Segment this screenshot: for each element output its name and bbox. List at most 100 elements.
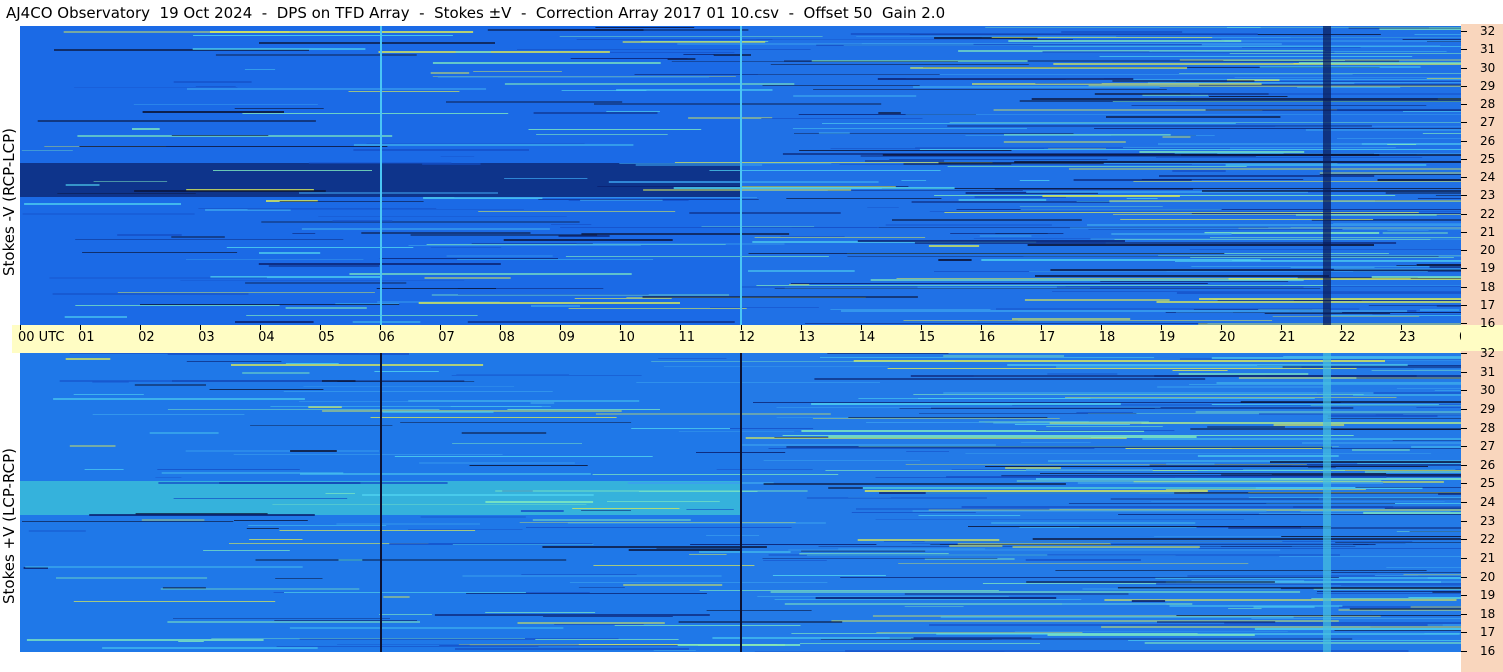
time-tick-label: 04 [258, 330, 275, 345]
freq-tick-label: 20 [1480, 569, 1496, 584]
freq-tick-mark [1461, 85, 1467, 87]
rfi-streak [301, 228, 550, 230]
freq-tick-label: 31 [1480, 364, 1496, 379]
rfi-streak [790, 283, 1208, 284]
rfi-streak [408, 529, 523, 530]
rfi-streak [1032, 538, 1461, 540]
rfi-streak [1426, 78, 1461, 79]
rfi-streak [1101, 626, 1461, 628]
rfi-streak [1272, 316, 1420, 317]
rfi-streak [815, 597, 1057, 599]
rfi-streak [1270, 461, 1461, 463]
rfi-streak [1438, 493, 1461, 495]
rfi-streak [840, 577, 1339, 578]
freq-tick-label: 24 [1480, 495, 1496, 509]
rfi-streak [1174, 152, 1284, 154]
rfi-streak [1207, 426, 1285, 428]
rfi-streak [919, 413, 1137, 414]
rfi-streak [22, 521, 234, 522]
rfi-streak [904, 593, 1129, 595]
rfi-streak [768, 448, 1095, 449]
rfi-streak [446, 255, 553, 257]
rfi-streak [786, 198, 942, 199]
rfi-streak [699, 551, 791, 553]
freq-axis-bottom: 32 31 30 29 28 27 26 25 24 23 22 21 20 19 18 17 16 [1461, 347, 1503, 672]
rfi-streak [89, 514, 315, 516]
rfi-streak [1229, 53, 1461, 54]
rfi-streak [268, 265, 380, 267]
rfi-streak [949, 545, 1003, 547]
rfi-streak [1413, 369, 1461, 370]
rfi-streak [1221, 546, 1292, 547]
rfi-streak [1005, 467, 1061, 469]
rfi-streak [857, 240, 1125, 242]
rfi-streak [285, 307, 367, 309]
rfi-streak [1056, 366, 1302, 368]
rfi-streak [928, 245, 980, 247]
freq-tick-mark [1461, 67, 1467, 69]
rfi-streak [906, 451, 949, 452]
rfi-streak [1156, 583, 1461, 585]
rfi-streak [53, 398, 305, 400]
rfi-streak [73, 601, 276, 602]
rfi-streak [1410, 606, 1461, 608]
rfi-streak [991, 522, 1196, 524]
rfi-streak [903, 320, 1273, 321]
rfi-streak [811, 403, 1121, 405]
rfi-streak [608, 181, 879, 183]
rfi-streak [799, 643, 1040, 644]
rfi-streak [1353, 544, 1376, 545]
rfi-streak [606, 111, 660, 112]
time-tick-label: 03 [198, 330, 215, 345]
rfi-streak [299, 192, 498, 194]
rfi-streak [378, 51, 610, 53]
rfi-streak [965, 135, 1215, 136]
rfi-streak [706, 535, 760, 536]
rfi-streak [1205, 109, 1461, 111]
rfi-streak [173, 81, 252, 83]
rfi-streak [1175, 261, 1461, 262]
rfi-streak [805, 323, 1208, 324]
rfi-streak [772, 575, 886, 576]
rfi-streak [1157, 621, 1276, 623]
rfi-streak [1128, 640, 1461, 641]
rfi-streak [542, 546, 767, 548]
interference-column [1323, 353, 1331, 652]
rfi-streak [244, 69, 276, 70]
rfi-streak [503, 239, 673, 241]
rfi-streak [1021, 442, 1091, 443]
rfi-streak [167, 621, 420, 623]
rfi-streak [521, 574, 637, 575]
rfi-streak [186, 361, 282, 362]
rfi-streak [353, 149, 529, 151]
rfi-streak [1387, 144, 1417, 145]
rfi-streak [284, 592, 526, 593]
rfi-streak [1295, 214, 1437, 216]
rfi-streak [466, 593, 707, 594]
rfi-streak [160, 588, 360, 590]
rfi-streak [337, 381, 475, 382]
rfi-streak [761, 118, 923, 119]
rfi-streak [535, 639, 679, 640]
rfi-streak [1327, 418, 1461, 419]
freq-tick-mark [1461, 651, 1467, 652]
rfi-streak [1019, 206, 1163, 207]
rfi-streak [353, 144, 634, 146]
rfi-streak [1099, 56, 1413, 57]
rfi-streak [132, 128, 160, 130]
rfi-streak [215, 54, 417, 56]
time-tick-label: 07 [438, 330, 455, 345]
rfi-streak [709, 170, 941, 171]
time-tick-label: 12 [738, 330, 756, 345]
rfi-streak [400, 422, 632, 423]
rfi-streak [689, 554, 727, 555]
rfi-streak [24, 203, 181, 205]
rfi-streak [885, 224, 1052, 226]
rfi-streak [1216, 382, 1461, 384]
rfi-streak [432, 62, 661, 64]
freq-tick-label: 18 [1480, 279, 1496, 294]
rfi-streak [827, 190, 1023, 191]
rfi-streak [1334, 630, 1461, 631]
rfi-streak [903, 163, 1012, 165]
rfi-streak [742, 444, 996, 446]
